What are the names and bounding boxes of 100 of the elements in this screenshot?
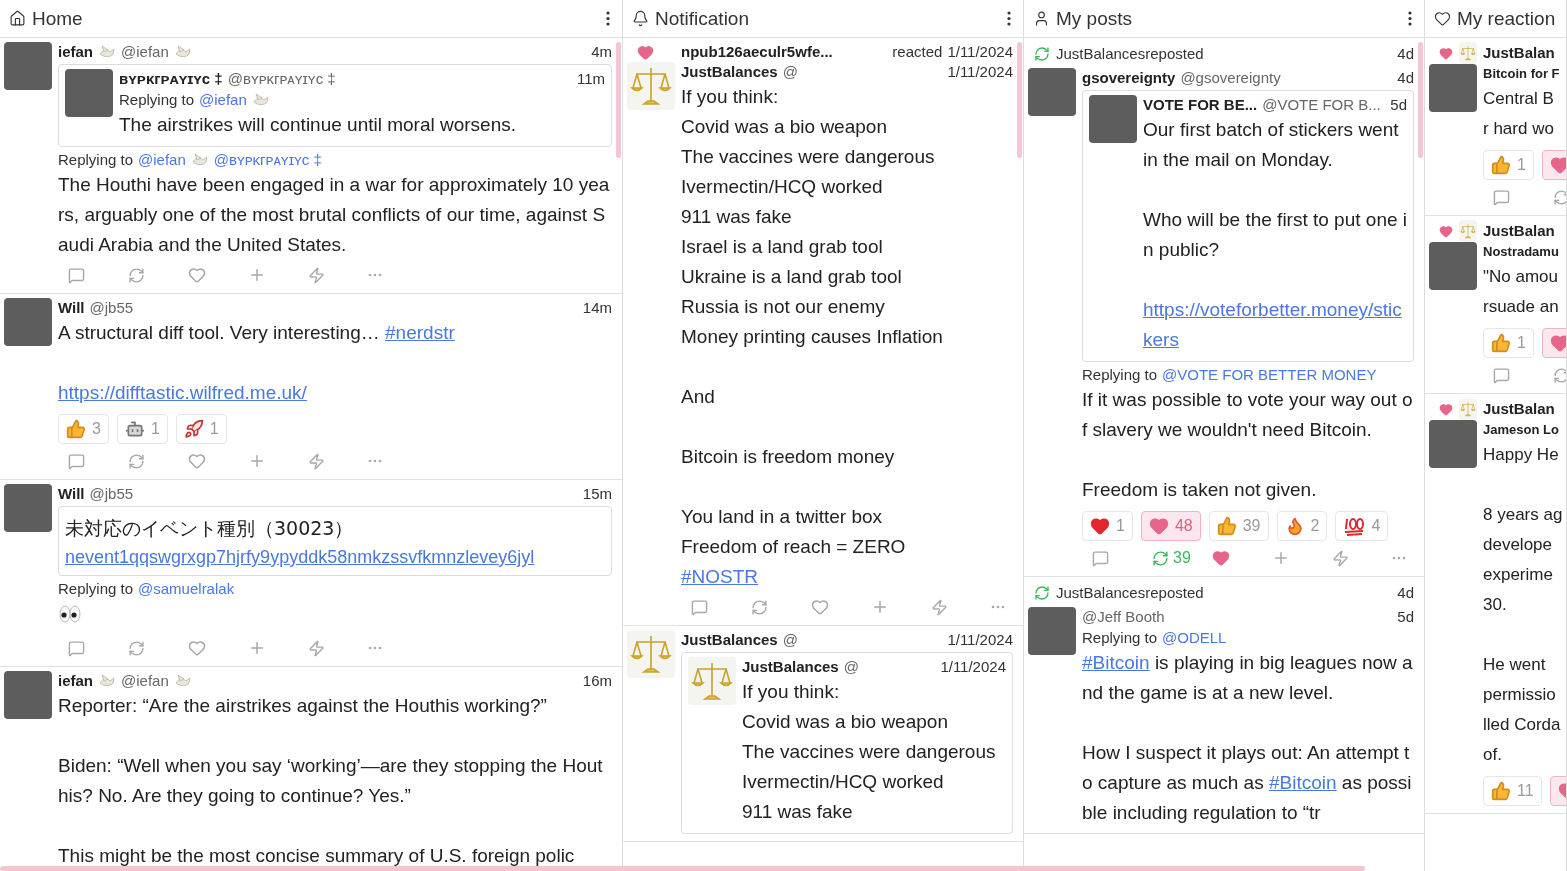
post-text: Freedom of reach = ZERO [681,535,907,559]
hashtag-link[interactable]: #nerdstr [385,322,455,343]
post-text: #Bitcoin is playing in big leagues now and the game is at a new level. [1082,651,1414,705]
rocket-icon [183,419,204,439]
author-handle[interactable]: @ [782,62,798,82]
mention-link[interactable]: @VOTE FOR BETTER MONEY [1162,364,1377,385]
post-text: 911 was fake [742,800,854,824]
hashtag-link[interactable]: #Bitcoin [1268,772,1337,793]
replying-label: Replying to [58,150,134,170]
post-text: The airstrikes will continue until moral worsens. [119,113,518,137]
column-title: Home [32,7,83,30]
post-time: 14m [582,298,612,318]
heart-icon [1090,516,1110,536]
author-handle[interactable]: @ [843,657,859,677]
repost-time: 4d [1397,44,1414,64]
author-name[interactable]: JustBalances [742,657,839,677]
column-menu-button[interactable] [1406,9,1414,28]
mention-link[interactable]: @iefan [199,89,247,110]
scrollbar-thumb[interactable] [1418,42,1423,158]
post-text: The vaccines were dangerous [742,740,997,764]
reaction-time: 1/11/2024 [947,42,1013,62]
speech-bubble-icon [1493,188,1510,206]
post-text: Bitcoin is freedom money [681,445,896,469]
mention-link[interactable]: @samuelralak [138,578,235,599]
cycle-arrows-icon [751,598,768,616]
embedded-event[interactable]: 未対応のイベント種別（30023） nevent1qqswgrxgp7hjrfy9ypyddk58nmkzssvfkmnzlevey6jyl [58,506,612,576]
post-text: "No amou [1483,266,1559,288]
mention-link[interactable]: @iefan [138,149,186,170]
post-text: of. [1483,744,1503,766]
author-handle[interactable]: @jb55 [89,484,134,504]
plus-icon [248,639,266,657]
quoted-post[interactable]: VOTE FOR BE... @VOTE FOR B... 5d Our first batch of stickers went in the mail on Monday. Who will be the first to put one in public? https://voteforbetter.money/stickers [1082,90,1414,362]
thumbs-up-icon [1216,516,1237,536]
scales-avatar [1458,398,1477,420]
cycle-arrows-icon [128,639,145,657]
home-icon [9,10,26,27]
post-text: Ukraine is a land grab tool [681,265,903,289]
column-menu-button[interactable] [604,9,612,28]
author-handle[interactable]: @Jeff Booth [1082,607,1165,627]
post-text: lled Corda [1483,714,1562,736]
post-link[interactable]: https://voteforbetter.money/stickers [1143,295,1407,355]
author-name[interactable]: Will [58,484,85,504]
mention-link[interactable]: @ʙʏᴘᴋᴦᴘᴀʏɪʏᴄ ‡ [213,149,322,170]
post-link[interactable]: #NOSTR [681,562,1013,592]
author-name[interactable]: JustBalances [681,62,778,82]
heart-icon [188,639,206,657]
post-time: 4d [1397,68,1414,88]
reactor-name[interactable]: JustBalan [1483,399,1555,419]
author-handle[interactable]: @ʙʏᴘᴋᴦᴘᴀʏɪʏᴄ ‡ [227,69,336,89]
post-text: If it was possible to vote your way out of slavery we wouldn't need Bitcoin. [1082,388,1414,442]
hashtag-link[interactable]: #Bitcoin [1082,652,1150,673]
author-name[interactable]: Bitcoin for F [1483,64,1560,84]
author-name[interactable]: JustBalances [681,630,778,650]
post-text: Happy He [1483,444,1560,466]
lightning-icon [931,598,948,616]
person-icon [1033,10,1050,27]
event-text: 未対応のイベント種別（30023） [65,516,355,541]
author-handle[interactable]: @jb55 [89,298,134,318]
scales-avatar [627,62,675,110]
scrollbar-thumb[interactable] [0,866,1365,871]
author-name[interactable]: Jameson Lo [1483,420,1559,440]
column-menu-button[interactable] [1005,9,1013,28]
author-name[interactable]: iefan [58,671,93,691]
reactor-name[interactable]: JustBalan [1483,43,1555,63]
speech-bubble-icon [691,598,708,616]
post-text: Ivermectin/HCQ worked [681,175,884,199]
author-handle[interactable]: @iefan [121,42,169,62]
post-link[interactable]: https://difftastic.wilfred.me.uk/ [58,378,612,408]
post-text: r hard wo [1483,118,1555,140]
post-text: experime [1483,564,1554,586]
eyes-icon [58,604,82,624]
author-handle[interactable]: @ [782,630,798,650]
more-icon [368,646,382,650]
mention-link[interactable]: @ODELL [1162,627,1227,648]
author-handle[interactable]: @gsovereignty [1180,68,1281,88]
repost-time: 4d [1397,583,1414,603]
quoted-post[interactable]: ʙʏᴘᴋᴦᴘᴀʏɪʏᴄ ‡ @ʙʏᴘᴋᴦᴘᴀʏɪʏᴄ ‡ 11m Replying to @iefan The airstrikes will continue until moral worsens. [58,64,612,147]
author-handle[interactable]: @VOTE FOR B... [1262,95,1381,115]
reactor-name[interactable]: npub126aeculr5wfe... [681,42,833,62]
author-name[interactable]: Will [58,298,85,318]
scrollbar-thumb[interactable] [616,42,621,158]
author-name[interactable]: iefan [58,42,93,62]
author-name[interactable]: VOTE FOR BE... [1143,95,1258,115]
post-text: Reporter: “Are the airstrikes against the Houthis working?” [58,694,548,718]
bell-icon [632,10,649,27]
quoted-post[interactable]: JustBalances @ 1/11/2024 If you think: Covid was a bio weapon The vaccines were dangerous Ivermectin/HCQ worked 911 was fake [681,652,1013,834]
post-text: Covid was a bio weapon [742,710,949,734]
author-name[interactable]: Nostradamu [1483,242,1559,262]
author-handle[interactable]: @iefan [121,671,169,691]
event-link[interactable]: nevent1qqswgrxgp7hjrfy9ypyddk58nmkzssvfkmnzlevey6jyl [65,543,603,571]
cycle-arrows-icon [1553,366,1566,384]
author-name[interactable]: ʙʏᴘᴋᴦᴘᴀʏɪʏᴄ ‡ [119,69,223,89]
lightning-icon [308,452,325,470]
reactor-name[interactable]: JustBalan [1483,221,1555,241]
post-time: 1/11/2024 [947,630,1013,650]
author-name[interactable]: gsovereignty [1082,68,1176,88]
scrollbar-thumb[interactable] [1017,42,1022,158]
column-title: My posts [1056,7,1133,30]
column-title: Notification [655,7,749,30]
post-text: He went [1483,654,1547,676]
